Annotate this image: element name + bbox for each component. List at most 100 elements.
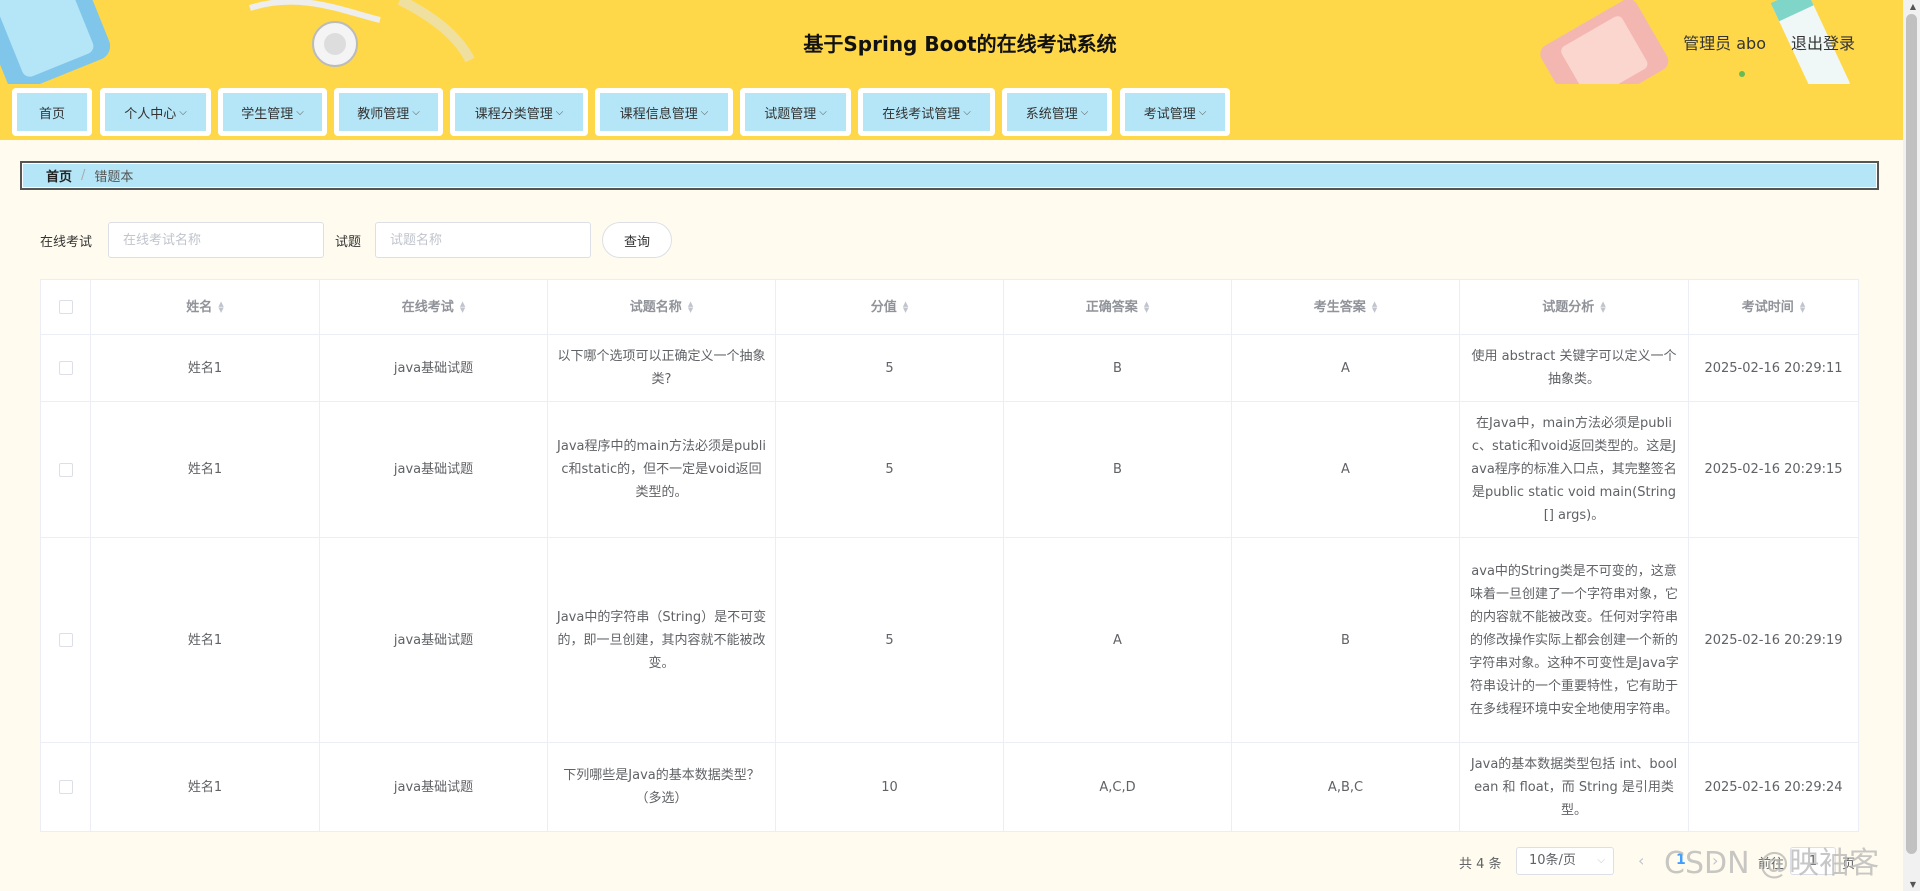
scrollbar-thumb[interactable]	[1906, 14, 1917, 854]
scroll-up-icon[interactable]: ▲	[1910, 2, 1916, 11]
nav-item-online-exam-management[interactable]: 在线考试管理 ⌵	[858, 88, 995, 136]
nav-item-label: 学生管理	[241, 106, 294, 122]
column-header-exam-time[interactable]: 考试时间 ▲ ▼	[1688, 279, 1859, 335]
wrong-answers-table: 姓名 ▲ ▼ 在线考试 ▲ ▼ 试题名称 ▲ ▼ 分值 ▲ ▼ 正确答案 ▲ ▼ 考生答案 ▲ ▼ 试题…	[40, 279, 1859, 832]
chevron-down-icon: ⌵	[963, 106, 971, 118]
chevron-right-icon[interactable]: ›	[1712, 851, 1718, 870]
table-header-row: 姓名 ▲ ▼ 在线考试 ▲ ▼ 试题名称 ▲ ▼ 分值 ▲ ▼ 正确答案 ▲ ▼ 考生答案 ▲ ▼ 试题…	[40, 279, 1859, 335]
nav-item-system-management[interactable]: 系统管理 ⌵	[1002, 88, 1112, 136]
nav-item-label: 考试管理	[1143, 106, 1196, 122]
header-decoration-left	[0, 0, 475, 84]
cell-question: 以下哪个选项可以正确定义一个抽象类?	[547, 334, 776, 402]
column-header-score[interactable]: 分值 ▲ ▼	[775, 279, 1004, 335]
row-select-cell	[40, 401, 91, 538]
table-row: 姓名1 java基础试题 下列哪些是Java的基本数据类型？（多选） 10 A,…	[40, 742, 1859, 832]
logout-button[interactable]: 退出登录	[1791, 30, 1855, 54]
row-checkbox[interactable]	[58, 462, 73, 477]
goto-page-suffix: 页	[1842, 857, 1856, 872]
column-header-student-answer[interactable]: 考生答案 ▲ ▼	[1231, 279, 1460, 335]
cell-name: 姓名1	[90, 537, 320, 743]
cell-score: 5	[775, 334, 1004, 402]
sort-caret-icon[interactable]: ▲ ▼	[218, 301, 223, 314]
scrollbar[interactable]: ▲ ▼	[1903, 0, 1920, 891]
column-header-label: 正确答案	[1085, 299, 1138, 315]
column-header-label: 考生答案	[1313, 299, 1366, 315]
cell-question: 下列哪些是Java的基本数据类型？（多选）	[547, 742, 776, 832]
table-row: 姓名1 java基础试题 Java程序中的main方法必须是public和sta…	[40, 401, 1859, 538]
cell-analysis: 在Java中，main方法必须是public、static和void返回类型的。…	[1459, 401, 1689, 538]
table-row: 姓名1 java基础试题 以下哪个选项可以正确定义一个抽象类? 5 B A 使用…	[40, 334, 1859, 402]
sort-caret-icon[interactable]: ▲ ▼	[688, 301, 693, 314]
sort-caret-icon[interactable]: ▲ ▼	[1372, 301, 1377, 314]
column-header-label: 考试时间	[1741, 299, 1794, 315]
nav-item-personal-center[interactable]: 个人中心 ⌵	[100, 88, 211, 136]
nav-item-label: 首页	[38, 106, 65, 122]
cell-exam: java基础试题	[319, 537, 548, 743]
sort-caret-icon[interactable]: ▲ ▼	[1800, 301, 1805, 314]
cell-analysis: ava中的String类是不可变的，这意味着一旦创建了一个字符串对象，它的内容就…	[1459, 537, 1689, 743]
column-header-name[interactable]: 姓名 ▲ ▼	[90, 279, 320, 335]
breadcrumb-home[interactable]: 首页	[46, 166, 72, 185]
sort-caret-icon[interactable]: ▲ ▼	[1600, 301, 1605, 314]
column-header-label: 分值	[870, 299, 897, 315]
nav-item-course-category[interactable]: 课程分类管理 ⌵	[450, 88, 588, 136]
scroll-down-icon[interactable]: ▼	[1910, 880, 1916, 889]
cell-score: 10	[775, 742, 1004, 832]
question-search-input[interactable]	[375, 222, 591, 258]
cell-student-answer: A	[1231, 401, 1460, 538]
select-all-checkbox[interactable]	[58, 300, 73, 314]
app-header: 基于Spring Boot的在线考试系统 管理员 abo 退出登录	[0, 0, 1920, 84]
chevron-down-icon: ⌵	[179, 106, 187, 118]
nav-item-question-management[interactable]: 试题管理 ⌵	[740, 88, 851, 136]
cell-exam: java基础试题	[319, 742, 548, 832]
cell-student-answer: A	[1231, 334, 1460, 402]
cell-question: Java程序中的main方法必须是public和static的，但不一定是voi…	[547, 401, 776, 538]
column-header-exam[interactable]: 在线考试 ▲ ▼	[319, 279, 548, 335]
cell-analysis: 使用 abstract 关键字可以定义一个抽象类。	[1459, 334, 1689, 402]
nav-item-exam-management[interactable]: 考试管理 ⌵	[1120, 88, 1230, 136]
cell-correct-answer: B	[1003, 401, 1232, 538]
sort-caret-icon[interactable]: ▲ ▼	[903, 301, 908, 314]
chevron-left-icon[interactable]: ‹	[1638, 851, 1644, 870]
chevron-down-icon: ⌵	[1597, 855, 1605, 866]
column-header-label: 试题分析	[1542, 299, 1595, 315]
nav-item-home[interactable]: 首页	[12, 88, 92, 136]
page-size-value: 10条/页	[1529, 853, 1576, 868]
sort-caret-icon[interactable]: ▲ ▼	[460, 301, 465, 314]
nav-item-label: 试题管理	[764, 106, 817, 122]
page-number-current[interactable]: 1	[1676, 852, 1686, 868]
page-size-select[interactable]: 10条/页 ⌵	[1516, 847, 1614, 875]
row-select-cell	[40, 334, 91, 402]
column-header-correct-answer[interactable]: 正确答案 ▲ ▼	[1003, 279, 1232, 335]
select-all-cell	[40, 279, 91, 335]
column-header-analysis[interactable]: 试题分析 ▲ ▼	[1459, 279, 1689, 335]
row-checkbox[interactable]	[58, 780, 73, 794]
breadcrumb-current: 错题本	[94, 170, 134, 185]
sort-caret-icon[interactable]: ▲ ▼	[1144, 301, 1149, 314]
column-header-question[interactable]: 试题名称 ▲ ▼	[547, 279, 776, 335]
question-search-label: 试题	[335, 235, 362, 250]
chevron-down-icon: ⌵	[555, 106, 564, 118]
row-checkbox[interactable]	[58, 633, 73, 647]
chevron-down-icon: ⌵	[1080, 106, 1089, 118]
nav-item-label: 课程信息管理	[619, 106, 698, 122]
nav-item-student-management[interactable]: 学生管理 ⌵	[218, 88, 327, 136]
column-header-label: 试题名称	[629, 299, 682, 315]
row-select-cell	[40, 537, 91, 743]
breadcrumb: 首页 / 错题本	[20, 161, 1879, 190]
breadcrumb-separator: /	[81, 168, 86, 183]
nav-item-label: 系统管理	[1025, 106, 1078, 122]
chevron-down-icon: ⌵	[819, 106, 827, 118]
column-header-label: 姓名	[186, 299, 213, 315]
nav-item-label: 在线考试管理	[882, 106, 961, 122]
nav-item-course-info[interactable]: 课程信息管理 ⌵	[595, 88, 733, 136]
cell-score: 5	[775, 401, 1004, 538]
nav-item-teacher-management[interactable]: 教师管理 ⌵	[334, 88, 443, 136]
chevron-down-icon: ⌵	[1198, 106, 1207, 118]
exam-search-input[interactable]	[108, 222, 324, 258]
goto-page-input[interactable]	[1790, 847, 1836, 875]
search-button[interactable]: 查询	[602, 222, 672, 258]
row-checkbox[interactable]	[58, 361, 73, 375]
goto-label: 前往	[1758, 857, 1785, 872]
cell-student-answer: B	[1231, 537, 1460, 743]
